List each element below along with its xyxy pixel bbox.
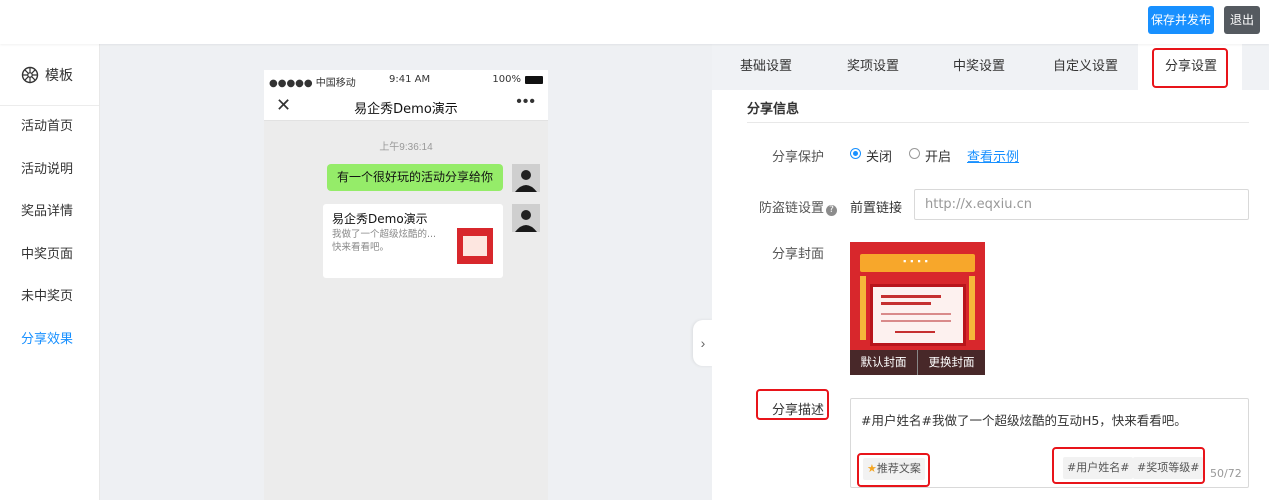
- tab-awards[interactable]: 奖项设置: [847, 44, 899, 90]
- battery-icon: [525, 75, 543, 84]
- char-counter: 50/72: [1210, 467, 1242, 480]
- divider: [747, 122, 1249, 123]
- phone-status-bar: ●●●●● 中国移动 9:41 AM 100%: [264, 70, 548, 90]
- prefix-link-label: 前置链接: [850, 201, 903, 216]
- share-card-title: 易企秀Demo演示: [332, 212, 428, 226]
- sidebar-header[interactable]: 模板: [0, 44, 99, 106]
- tab-winning[interactable]: 中奖设置: [953, 44, 1005, 90]
- phone-nav-bar: ✕ 易企秀Demo演示 •••: [264, 90, 548, 121]
- tab-share-highlight: [1152, 48, 1228, 88]
- phone-nav-title: 易企秀Demo演示: [354, 102, 458, 117]
- section-title: 分享信息: [747, 102, 800, 117]
- chat-timestamp: 上午9:36:14: [379, 142, 433, 153]
- antileech-label: 防盗链设置?: [759, 197, 838, 216]
- avatar: [512, 164, 540, 192]
- sidebar-header-label: 模板: [45, 67, 73, 84]
- prefix-url-input[interactable]: [914, 189, 1249, 220]
- change-cover-button[interactable]: 更换封面: [917, 350, 985, 375]
- settings-panel: 基础设置 奖项设置 中奖设置 自定义设置 分享设置 分享信息 分享保护 关闭 开…: [712, 44, 1269, 500]
- share-cover-image: ▪▪▪▪ 默认封面 更换封面: [850, 242, 985, 375]
- chat-message-bubble: 有一个很好玩的活动分享给你: [327, 164, 503, 191]
- sidebar-item-description[interactable]: 活动说明: [0, 149, 99, 192]
- antileech-label-text: 防盗链设置: [759, 201, 825, 216]
- help-icon[interactable]: ?: [826, 205, 838, 216]
- view-example-link[interactable]: 查看示例: [967, 146, 1019, 165]
- clock-text: 9:41 AM: [389, 74, 431, 85]
- battery-text: 100%: [492, 74, 521, 85]
- tab-basic[interactable]: 基础设置: [740, 44, 792, 90]
- tab-custom[interactable]: 自定义设置: [1053, 44, 1118, 90]
- desc-label-highlight: [756, 389, 829, 420]
- share-card-thumbnail: [457, 228, 493, 264]
- chevron-right-icon: ›: [700, 335, 706, 351]
- radio-on[interactable]: [909, 148, 920, 159]
- cover-card: [870, 284, 966, 346]
- more-icon: •••: [516, 93, 536, 110]
- carrier-text: ●●●●● 中国移动: [269, 78, 356, 89]
- phone-preview: ●●●●● 中国移动 9:41 AM 100% ✕ 易企秀Demo演示 ••• …: [264, 70, 548, 500]
- save-publish-button[interactable]: 保存并发布: [1148, 6, 1214, 34]
- sidebar-item-home[interactable]: 活动首页: [0, 106, 99, 149]
- share-protection-label: 分享保护: [772, 150, 825, 165]
- exit-button[interactable]: 退出: [1224, 6, 1260, 34]
- cover-banner: ▪▪▪▪: [860, 254, 975, 272]
- radio-off-label[interactable]: 关闭: [866, 146, 892, 165]
- share-card-preview: 易企秀Demo演示 我做了一个超级炫酷的... 快来看看吧。: [323, 204, 503, 278]
- sidebar-item-lose-page[interactable]: 未中奖页: [0, 276, 99, 319]
- recommend-highlight: [857, 453, 930, 487]
- settings-tabs: 基础设置 奖项设置 中奖设置 自定义设置 分享设置: [712, 44, 1269, 90]
- radio-off[interactable]: [850, 148, 861, 159]
- template-icon: [21, 66, 39, 83]
- sidebar-item-win-page[interactable]: 中奖页面: [0, 234, 99, 277]
- share-cover-label: 分享封面: [772, 247, 825, 262]
- avatar: [512, 204, 540, 232]
- collapse-panel-handle[interactable]: ›: [693, 320, 713, 366]
- top-bar: 保存并发布 退出: [0, 0, 1269, 44]
- share-desc-text[interactable]: #用户姓名#我做了一个超级炫酷的互动H5，快来看看吧。: [861, 410, 1187, 429]
- default-cover-button[interactable]: 默认封面: [850, 350, 917, 375]
- radio-on-label[interactable]: 开启: [925, 146, 951, 165]
- share-card-desc: 我做了一个超级炫酷的... 快来看看吧。: [332, 229, 437, 253]
- sidebar-item-prizes[interactable]: 奖品详情: [0, 191, 99, 234]
- sidebar-item-share[interactable]: 分享效果: [0, 319, 99, 362]
- sidebar: 模板 活动首页 活动说明 奖品详情 中奖页面 未中奖页 分享效果: [0, 44, 100, 500]
- tags-highlight: [1052, 447, 1205, 484]
